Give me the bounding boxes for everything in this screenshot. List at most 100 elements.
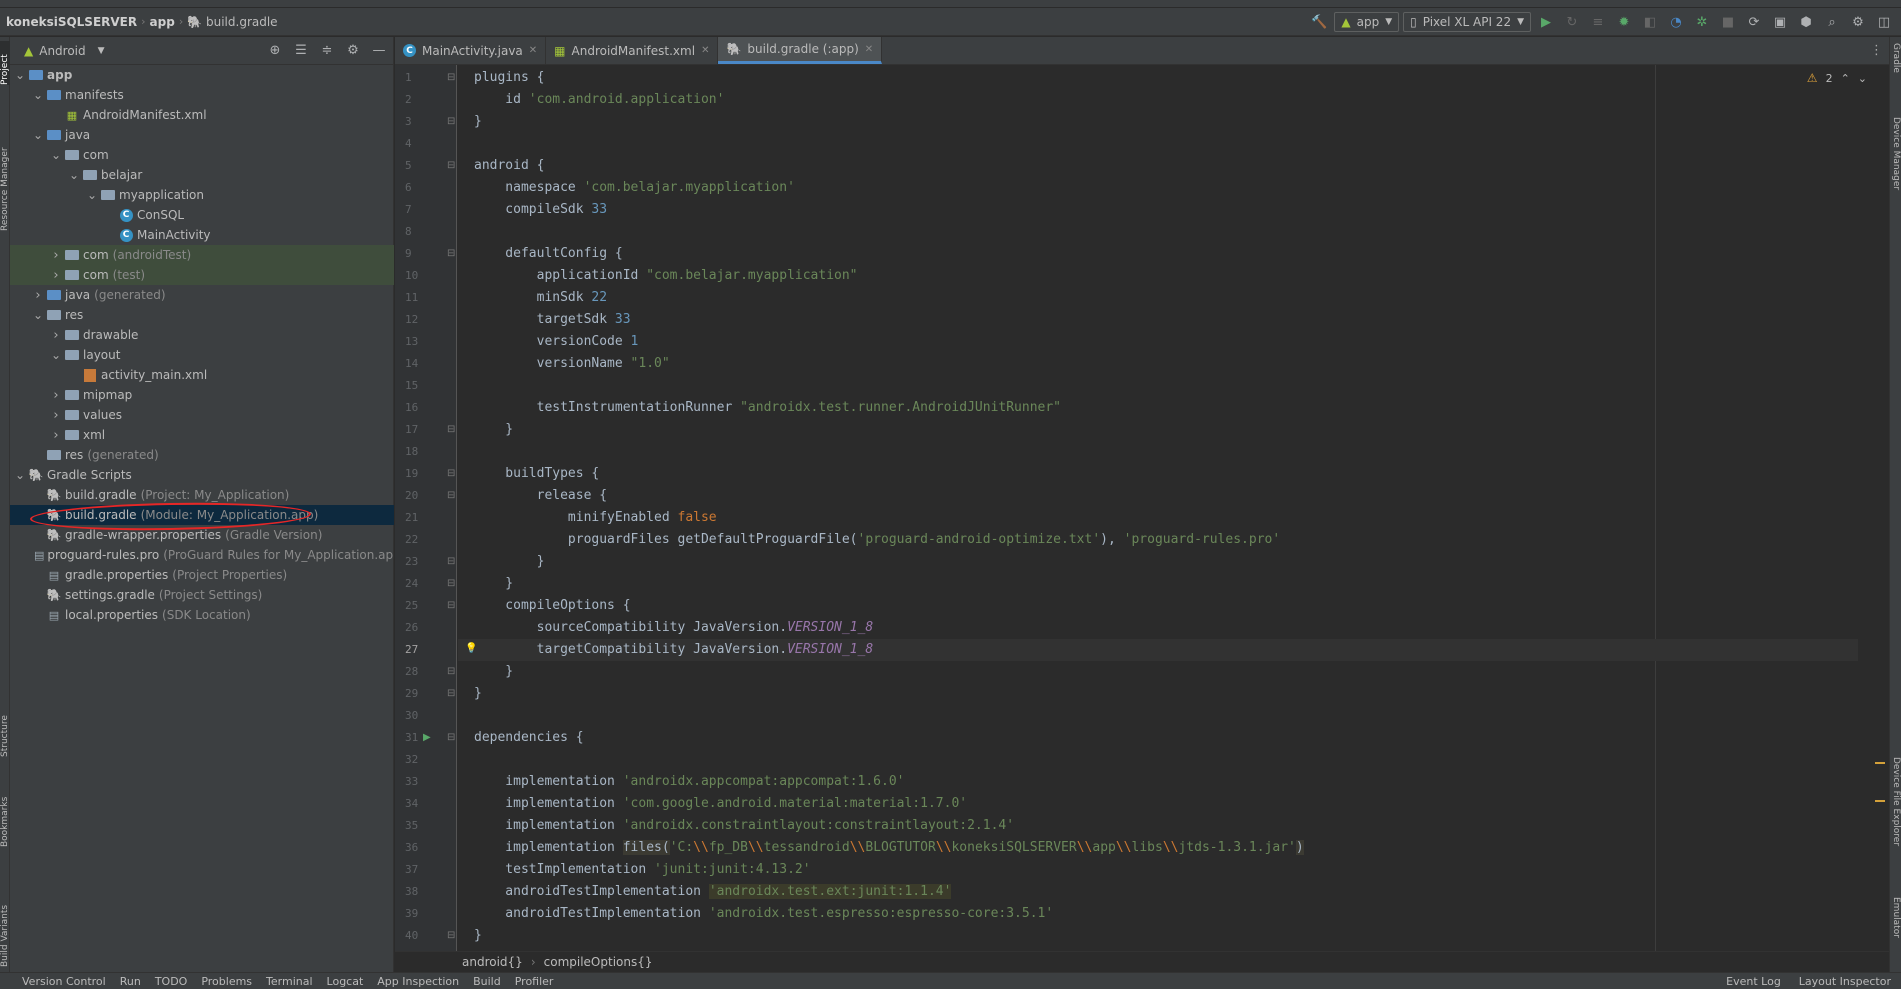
- tree-item[interactable]: ▤ proguard-rules.pro (ProGuard Rules for M…: [10, 545, 394, 565]
- code-line[interactable]: androidTestImplementation 'androidx.test…: [458, 881, 1858, 903]
- fold-icon[interactable]: ⊟: [447, 666, 455, 677]
- tree-item[interactable]: ⌄ app: [10, 65, 394, 85]
- expand-all-icon[interactable]: ☰: [291, 40, 311, 60]
- run-icon[interactable]: ▶: [1535, 11, 1557, 33]
- breadcrumb-file[interactable]: 🐘 build.gradle: [183, 15, 281, 29]
- project-tool-tab[interactable]: Project: [0, 41, 10, 85]
- fold-icon[interactable]: ⊟: [447, 688, 455, 699]
- tree-item[interactable]: ⌄ myapplication: [10, 185, 394, 205]
- code-line[interactable]: android {: [458, 155, 1858, 177]
- chevron-down-icon[interactable]: ⌄: [50, 149, 62, 161]
- code-content[interactable]: plugins { id 'com.android.application'} a…: [458, 67, 1858, 947]
- warning-stripe-mark[interactable]: [1875, 800, 1885, 802]
- apply-changes-icon[interactable]: ≡: [1587, 11, 1609, 33]
- editor-crumb-compileoptions[interactable]: compileOptions{}: [544, 955, 653, 969]
- close-icon[interactable]: ✕: [865, 44, 873, 55]
- fold-icon[interactable]: ⊟: [447, 116, 455, 127]
- chevron-down-icon[interactable]: ⌄: [14, 69, 26, 81]
- code-line[interactable]: defaultConfig {: [458, 243, 1858, 265]
- build-variants-tool-tab[interactable]: Build Variants: [0, 877, 10, 967]
- chevron-down-icon[interactable]: ⌄: [68, 169, 80, 181]
- next-highlight-icon[interactable]: ⌄: [1858, 72, 1867, 85]
- code-line[interactable]: }: [458, 683, 1858, 705]
- todo-tool-button[interactable]: TODO: [155, 975, 188, 988]
- event-log-tool-button[interactable]: Event Log: [1726, 975, 1781, 988]
- warning-stripe-mark[interactable]: [1875, 762, 1885, 764]
- collapse-all-icon[interactable]: ≑: [317, 40, 337, 60]
- code-line[interactable]: [458, 705, 1858, 727]
- code-line[interactable]: }: [458, 419, 1858, 441]
- tree-item[interactable]: › xml: [10, 425, 394, 445]
- previous-highlight-icon[interactable]: ⌃: [1841, 72, 1850, 85]
- code-line[interactable]: }: [458, 925, 1858, 947]
- tree-item[interactable]: 🐘 build.gradle (Module: My_Application.app…: [10, 505, 394, 525]
- chevron-down-icon[interactable]: ⌄: [32, 309, 44, 321]
- tree-item[interactable]: › mipmap: [10, 385, 394, 405]
- device-select[interactable]: ▯ Pixel XL API 22 ▼: [1403, 12, 1531, 32]
- code-line[interactable]: testInstrumentationRunner "androidx.test…: [458, 397, 1858, 419]
- tree-item[interactable]: › com (androidTest): [10, 245, 394, 265]
- tree-item[interactable]: 🐘 gradle-wrapper.properties (Gradle Versio…: [10, 525, 394, 545]
- search-icon[interactable]: ⌕: [1821, 11, 1843, 33]
- code-line[interactable]: release {: [458, 485, 1858, 507]
- project-view-select[interactable]: ▲ Android ▼: [24, 44, 105, 58]
- more-tabs-icon[interactable]: ⋮: [1870, 43, 1883, 58]
- fold-icon[interactable]: ⊟: [447, 578, 455, 589]
- inspection-widget[interactable]: ⚠ 2 ⌃ ⌄: [1807, 71, 1867, 85]
- tree-item[interactable]: ▤ local.properties (SDK Location): [10, 605, 394, 625]
- layout-inspector-tool-button[interactable]: Layout Inspector: [1799, 975, 1891, 988]
- tree-item[interactable]: ▦ AndroidManifest.xml: [10, 105, 394, 125]
- code-line[interactable]: namespace 'com.belajar.myapplication': [458, 177, 1858, 199]
- code-line[interactable]: minSdk 22: [458, 287, 1858, 309]
- tree-item[interactable]: C ConSQL: [10, 205, 394, 225]
- stop-icon[interactable]: ■: [1717, 11, 1739, 33]
- code-line[interactable]: [458, 133, 1858, 155]
- code-line[interactable]: targetCompatibility JavaVersion.VERSION_…: [458, 639, 1858, 661]
- tree-item[interactable]: ▤ gradle.properties (Project Properties): [10, 565, 394, 585]
- tab-mainactivity-java[interactable]: C MainActivity.java ✕: [395, 37, 547, 64]
- code-line[interactable]: versionName "1.0": [458, 353, 1858, 375]
- code-line[interactable]: [458, 221, 1858, 243]
- hammer-icon[interactable]: 🔨: [1308, 11, 1330, 33]
- fold-icon[interactable]: ⊟: [447, 248, 455, 259]
- debug-icon[interactable]: ✹: [1613, 11, 1635, 33]
- terminal-tool-button[interactable]: Terminal: [266, 975, 313, 988]
- code-line[interactable]: id 'com.android.application': [458, 89, 1858, 111]
- device-file-explorer-tool-tab[interactable]: Device File Explorer: [1889, 757, 1901, 887]
- code-line[interactable]: proguardFiles getDefaultProguardFile('pr…: [458, 529, 1858, 551]
- profile-icon[interactable]: ◔: [1665, 11, 1687, 33]
- breadcrumb-project[interactable]: koneksiSQLSERVER: [2, 15, 141, 29]
- chevron-right-icon[interactable]: ›: [50, 328, 62, 343]
- tree-item[interactable]: ⌄ layout: [10, 345, 394, 365]
- code-line[interactable]: buildTypes {: [458, 463, 1858, 485]
- code-line[interactable]: applicationId "com.belajar.myapplication…: [458, 265, 1858, 287]
- gradle-tool-tab[interactable]: Gradle: [1889, 43, 1901, 87]
- tree-item[interactable]: › values: [10, 405, 394, 425]
- tree-item[interactable]: ⌄ res: [10, 305, 394, 325]
- fold-icon[interactable]: ⊟: [447, 468, 455, 479]
- run-tool-button[interactable]: Run: [120, 975, 141, 988]
- build-tool-button[interactable]: Build: [473, 975, 501, 988]
- code-line[interactable]: implementation files('C:\\fp_DB\\tessand…: [458, 837, 1858, 859]
- code-line[interactable]: implementation 'androidx.appcompat:appco…: [458, 771, 1858, 793]
- tree-item[interactable]: ⌄ com: [10, 145, 394, 165]
- code-line[interactable]: implementation 'androidx.constraintlayou…: [458, 815, 1858, 837]
- sync-gradle-icon[interactable]: ⟳: [1743, 11, 1765, 33]
- code-line[interactable]: [458, 375, 1858, 397]
- tree-item[interactable]: › drawable: [10, 325, 394, 345]
- resource-manager-tool-tab[interactable]: Resource Manager: [0, 121, 10, 231]
- code-editor[interactable]: 1 2 3 4 5 6 7 8 9 10 11 12 13 14 15 16 17 18 19 20 21 22 23 24 2…: [395, 65, 1889, 951]
- chevron-right-icon[interactable]: ›: [50, 388, 62, 403]
- problems-tool-button[interactable]: Problems: [201, 975, 252, 988]
- tree-item[interactable]: ⌄ manifests: [10, 85, 394, 105]
- chevron-down-icon[interactable]: ⌄: [32, 129, 44, 141]
- rerun-icon[interactable]: ↻: [1561, 11, 1583, 33]
- code-line[interactable]: sourceCompatibility JavaVersion.VERSION_…: [458, 617, 1858, 639]
- chevron-down-icon[interactable]: ⌄: [86, 189, 98, 201]
- fold-icon[interactable]: ⊟: [447, 556, 455, 567]
- tree-item[interactable]: C MainActivity: [10, 225, 394, 245]
- run-gutter-icon[interactable]: ▶: [423, 732, 431, 743]
- sdk-manager-icon[interactable]: ⬢: [1795, 11, 1817, 33]
- code-line[interactable]: }: [458, 573, 1858, 595]
- gear-icon[interactable]: ⚙: [343, 40, 363, 60]
